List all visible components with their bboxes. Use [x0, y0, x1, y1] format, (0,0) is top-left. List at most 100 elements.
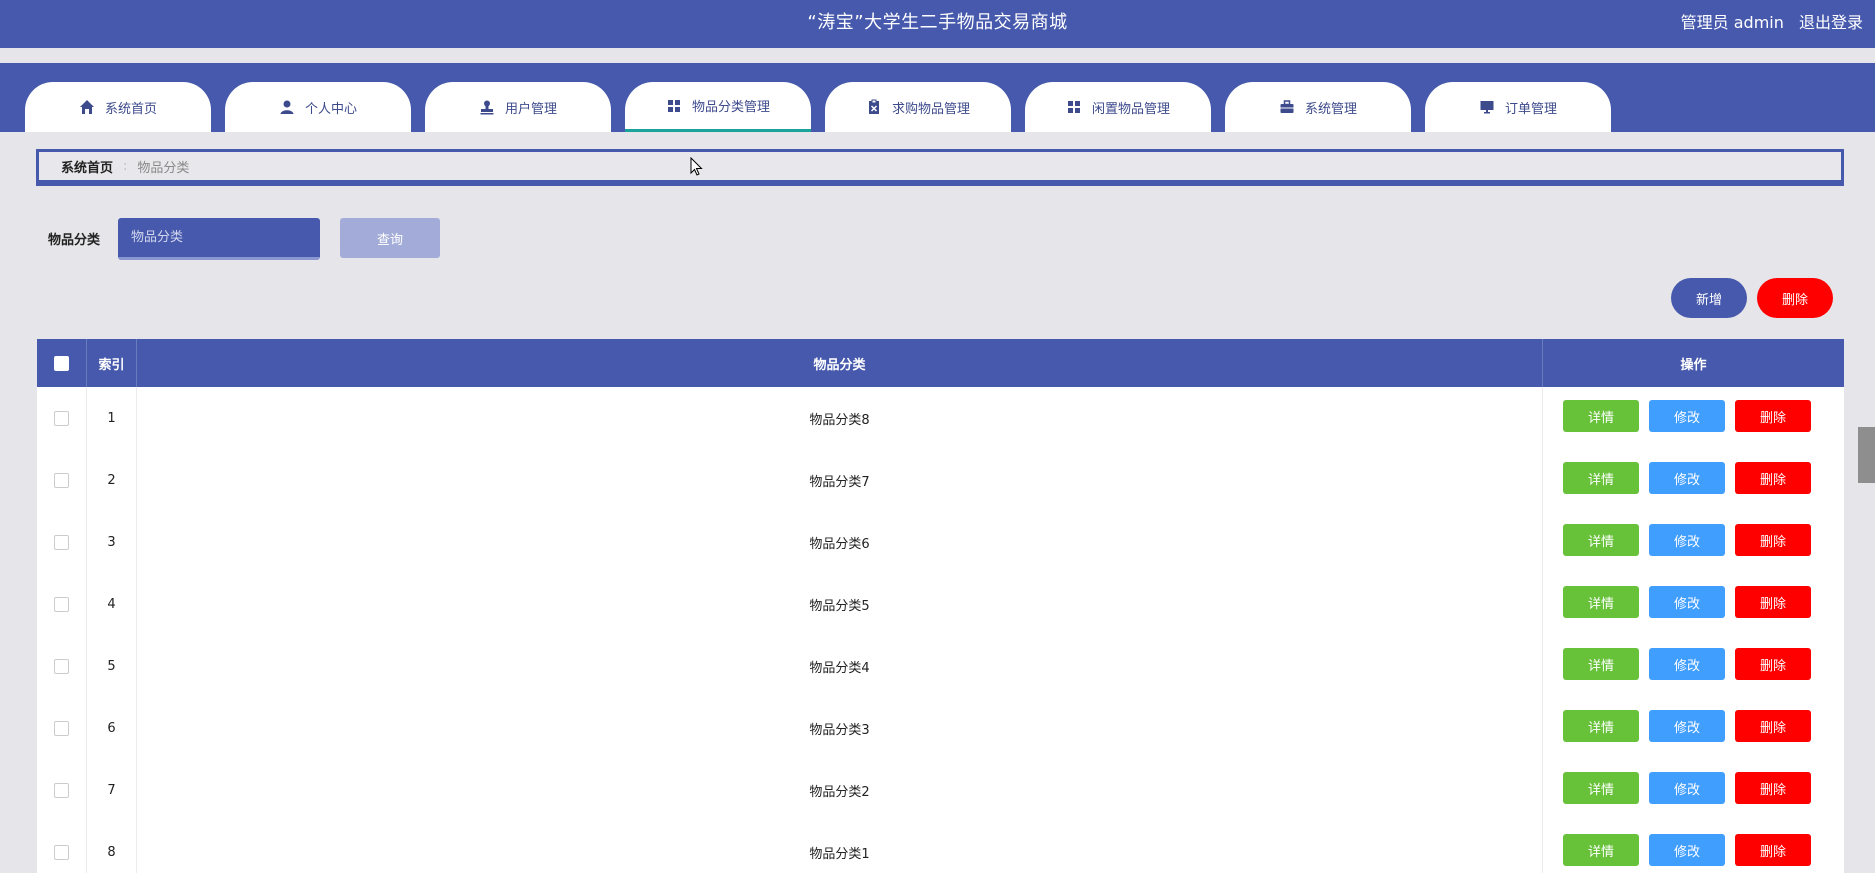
tab-label: 系统管理: [1304, 101, 1357, 117]
row-select-cell: [37, 821, 87, 873]
logout-link[interactable]: 退出登录: [1799, 13, 1863, 32]
breadcrumb-current: 物品分类: [137, 160, 190, 176]
tab-user-management[interactable]: 用户管理: [425, 82, 611, 132]
row-delete-button[interactable]: 删除: [1735, 710, 1811, 742]
detail-button[interactable]: 详情: [1563, 524, 1639, 556]
row-delete-button[interactable]: 删除: [1735, 462, 1811, 494]
row-index: 1: [87, 387, 137, 449]
table-row: 8 物品分类1 详情 修改 删除: [37, 821, 1844, 873]
table-row: 2 物品分类7 详情 修改 删除: [37, 449, 1844, 512]
user-area: 管理员 admin 退出登录: [1671, 9, 1863, 33]
row-category: 物品分类8: [137, 387, 1543, 449]
clipboard-icon: [868, 99, 879, 114]
row-category: 物品分类3: [137, 697, 1543, 759]
row-checkbox[interactable]: [54, 844, 69, 860]
row-ops: 详情 修改 删除: [1543, 759, 1844, 821]
row-select-cell: [37, 573, 87, 635]
tab-wanted-items[interactable]: 求购物品管理: [825, 82, 1011, 132]
row-category: 物品分类5: [137, 573, 1543, 635]
row-ops: 详情 修改 删除: [1543, 821, 1844, 873]
detail-button[interactable]: 详情: [1563, 400, 1639, 432]
detail-button[interactable]: 详情: [1563, 462, 1639, 494]
scrollbar-thumb[interactable]: [1858, 427, 1875, 483]
row-checkbox[interactable]: [54, 596, 69, 612]
tab-order-management[interactable]: 订单管理: [1425, 82, 1611, 132]
breadcrumb-separator: :: [123, 158, 128, 174]
row-category: 物品分类7: [137, 449, 1543, 511]
tab-label: 个人中心: [304, 101, 357, 117]
row-select-cell: [37, 697, 87, 759]
header-index: 索引: [87, 339, 137, 387]
row-ops: 详情 修改 删除: [1543, 511, 1844, 573]
category-search-input[interactable]: [118, 218, 320, 260]
edit-button[interactable]: 修改: [1649, 648, 1725, 680]
person-icon: [280, 100, 294, 114]
row-checkbox[interactable]: [54, 658, 69, 674]
edit-button[interactable]: 修改: [1649, 834, 1725, 866]
tab-label: 系统首页: [104, 101, 157, 117]
row-checkbox[interactable]: [54, 782, 69, 798]
row-index: 7: [87, 759, 137, 821]
tab-home[interactable]: 系统首页: [25, 82, 211, 132]
tab-idle-items[interactable]: 闲置物品管理: [1025, 82, 1211, 132]
row-checkbox[interactable]: [54, 410, 69, 426]
row-ops: 详情 修改 删除: [1543, 697, 1844, 759]
table-row: 3 物品分类6 详情 修改 删除: [37, 511, 1844, 574]
table-row: 7 物品分类2 详情 修改 删除: [37, 759, 1844, 822]
tab-system-management[interactable]: 系统管理: [1225, 82, 1411, 132]
tab-personal-center[interactable]: 个人中心: [225, 82, 411, 132]
row-index: 3: [87, 511, 137, 573]
detail-button[interactable]: 详情: [1563, 586, 1639, 618]
row-checkbox[interactable]: [54, 472, 69, 488]
monitor-icon: [1480, 101, 1494, 114]
row-index: 4: [87, 573, 137, 635]
row-ops: 详情 修改 删除: [1543, 449, 1844, 511]
row-checkbox[interactable]: [54, 720, 69, 736]
breadcrumb: 系统首页 : 物品分类: [36, 149, 1844, 186]
detail-button[interactable]: 详情: [1563, 834, 1639, 866]
tab-label: 物品分类管理: [691, 100, 770, 115]
row-delete-button[interactable]: 删除: [1735, 834, 1811, 866]
search-button[interactable]: 查询: [340, 218, 440, 258]
add-button[interactable]: 新增: [1671, 278, 1747, 318]
row-delete-button[interactable]: 删除: [1735, 524, 1811, 556]
grid-icon: [667, 99, 680, 112]
breadcrumb-home[interactable]: 系统首页: [61, 157, 113, 176]
briefcase-icon: [1280, 100, 1294, 113]
row-delete-button[interactable]: 删除: [1735, 648, 1811, 680]
select-all-checkbox[interactable]: [54, 355, 69, 371]
row-ops: 详情 修改 删除: [1543, 387, 1844, 449]
row-checkbox[interactable]: [54, 534, 69, 550]
edit-button[interactable]: 修改: [1649, 462, 1725, 494]
edit-button[interactable]: 修改: [1649, 400, 1725, 432]
row-category: 物品分类2: [137, 759, 1543, 821]
user-role: 管理员 admin: [1680, 13, 1784, 32]
detail-button[interactable]: 详情: [1563, 772, 1639, 804]
header-ops: 操作: [1680, 357, 1707, 373]
tab-category-management[interactable]: 物品分类管理: [625, 82, 811, 132]
search-label: 物品分类: [48, 233, 101, 248]
edit-button[interactable]: 修改: [1649, 772, 1725, 804]
row-index: 5: [87, 635, 137, 697]
edit-button[interactable]: 修改: [1649, 524, 1725, 556]
row-delete-button[interactable]: 删除: [1735, 772, 1811, 804]
grid-icon: [1067, 101, 1080, 113]
row-index: 6: [87, 697, 137, 759]
row-ops: 详情 修改 删除: [1543, 635, 1844, 697]
table-row: 5 物品分类4 详情 修改 删除: [37, 635, 1844, 698]
tab-label: 订单管理: [1504, 101, 1557, 117]
row-select-cell: [37, 387, 87, 449]
detail-button[interactable]: 详情: [1563, 648, 1639, 680]
row-category: 物品分类6: [137, 511, 1543, 573]
edit-button[interactable]: 修改: [1649, 586, 1725, 618]
row-delete-button[interactable]: 删除: [1735, 400, 1811, 432]
edit-button[interactable]: 修改: [1649, 710, 1725, 742]
nav-tabs: 系统首页 个人中心 用户管理 物品分类管理 求购物品管理 闲置物品管理 系统管理…: [0, 63, 1875, 132]
row-select-cell: [37, 635, 87, 697]
row-delete-button[interactable]: 删除: [1735, 586, 1811, 618]
batch-delete-button[interactable]: 删除: [1757, 278, 1833, 318]
top-bar: “涛宝”大学生二手物品交易商城 管理员 admin 退出登录: [0, 0, 1875, 48]
tab-label: 闲置物品管理: [1091, 101, 1170, 117]
tab-label: 用户管理: [504, 101, 557, 117]
detail-button[interactable]: 详情: [1563, 710, 1639, 742]
